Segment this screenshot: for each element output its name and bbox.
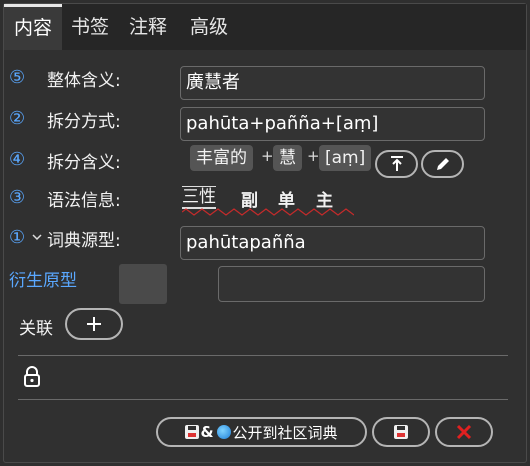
split-method-input[interactable]: pahūta+pañña+[aṃ] <box>180 107 485 141</box>
floppy-disk-icon <box>394 425 408 439</box>
overall-meaning-label: 整体含义: <box>47 71 121 91</box>
move-to-top-button[interactable] <box>375 150 418 178</box>
save-and-publish-button[interactable]: & 公开到社区词典 <box>156 417 367 447</box>
divider <box>18 355 508 356</box>
floppy-disk-icon <box>185 425 200 439</box>
spellcheck-underline <box>182 208 354 216</box>
field-index-5: ⑤ <box>9 67 26 88</box>
tab-advanced[interactable]: 高级 <box>185 4 233 50</box>
add-relation-button[interactable] <box>65 308 123 340</box>
derived-form-input[interactable] <box>218 266 485 302</box>
save-button[interactable] <box>372 417 430 447</box>
split-plus: + <box>261 147 274 165</box>
split-method-label: 拆分方式: <box>47 112 121 132</box>
pencil-icon <box>436 158 449 170</box>
field-index-4: ④ <box>9 149 26 170</box>
field-index-2: ② <box>9 108 26 129</box>
grammar-info-label: 语法信息: <box>47 191 121 211</box>
split-part-chip[interactable]: 慧 <box>273 145 302 171</box>
grammar-tag-gender[interactable]: 三性 <box>182 186 216 209</box>
tab-notes[interactable]: 注释 <box>124 4 172 50</box>
x-icon <box>456 424 472 440</box>
divider <box>18 399 508 400</box>
derived-form-link[interactable]: 衍生原型 <box>9 266 77 291</box>
amp-text: & <box>200 423 214 441</box>
lock-icon[interactable] <box>22 366 42 388</box>
publish-label: 公开到社区词典 <box>232 423 338 442</box>
split-part-chip[interactable]: 丰富的 <box>190 145 253 171</box>
cancel-button[interactable] <box>435 417 493 447</box>
split-part-chip[interactable]: [aṃ] <box>319 145 372 171</box>
dict-form-input[interactable]: pahūtapañña <box>180 226 485 260</box>
tab-bookmark[interactable]: 书签 <box>66 4 114 50</box>
overall-meaning-input[interactable]: 廣慧者 <box>180 66 485 100</box>
dictionary-editor-window: 内容 书签 注释 高级 ⑤ 整体含义: 廣慧者 ② 拆分方式: pahūta+p… <box>3 3 527 463</box>
field-index-1: ① <box>9 227 26 248</box>
split-meaning-label: 拆分含义: <box>47 153 121 173</box>
globe-icon <box>216 425 231 439</box>
field-index-3: ③ <box>9 187 26 208</box>
chevron-down-icon[interactable] <box>32 233 42 241</box>
tab-content[interactable]: 内容 <box>4 4 62 50</box>
dict-form-label: 词典源型: <box>47 231 121 251</box>
derived-form-thumbnail[interactable] <box>119 264 167 304</box>
split-plus: + <box>307 147 320 165</box>
tab-bar: 内容 书签 注释 高级 <box>4 4 526 50</box>
plus-icon <box>87 317 101 331</box>
edit-button[interactable] <box>421 150 464 178</box>
relation-label: 关联 <box>19 319 53 339</box>
arrow-to-top-icon <box>390 156 403 171</box>
